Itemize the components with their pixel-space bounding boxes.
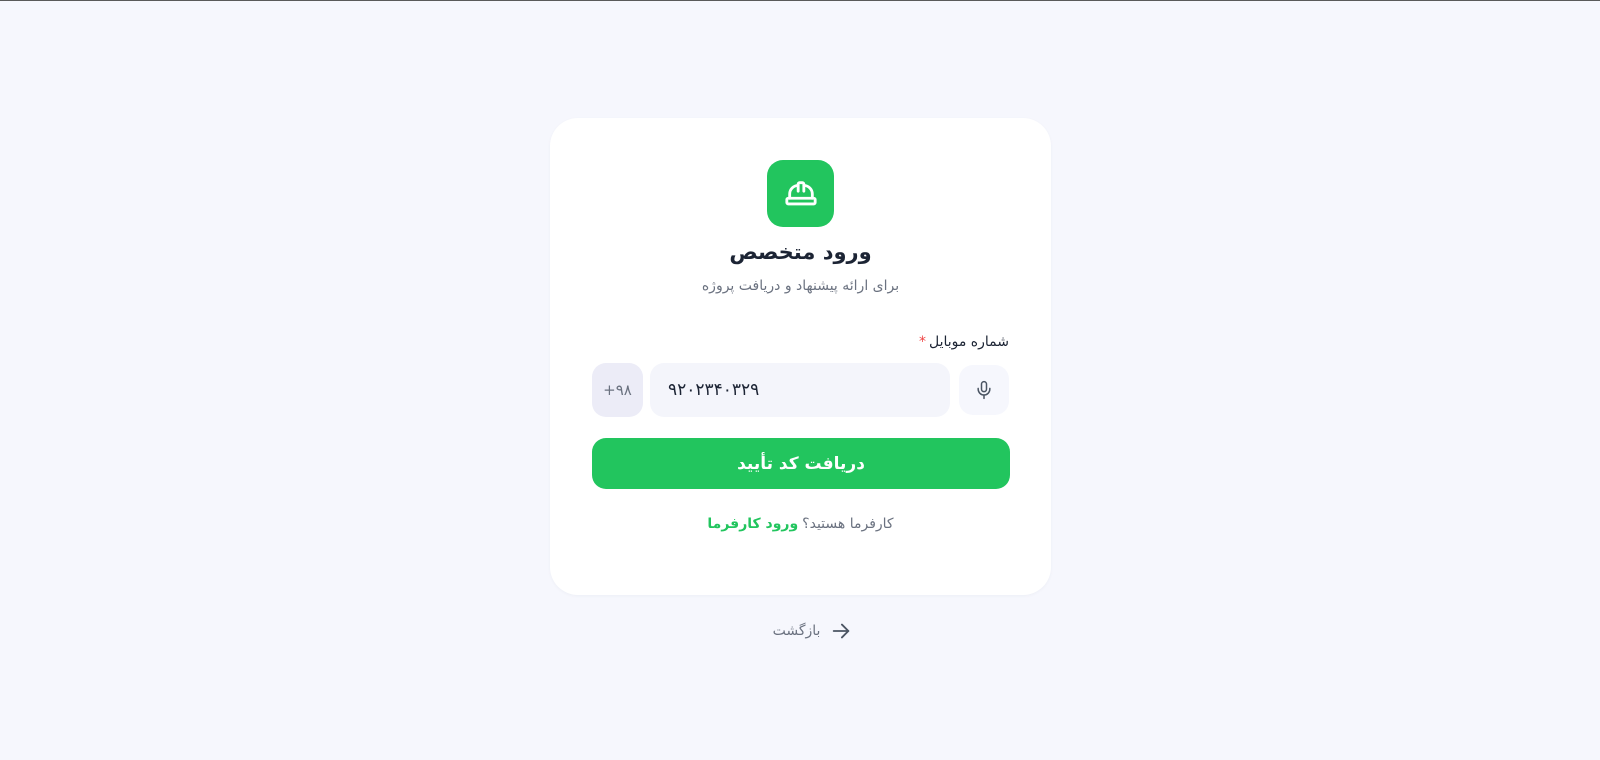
get-verification-code-button[interactable]: دریافت کد تأیید [592, 438, 1010, 489]
back-button[interactable]: بازگشت [773, 620, 853, 642]
login-card: ورود متخصص برای ارائه پیشنهاد و دریافت پ… [550, 118, 1051, 595]
country-code: +۹۸ [592, 363, 643, 417]
page-subtitle: برای ارائه پیشنهاد و دریافت پروژه [701, 278, 900, 294]
back-label: بازگشت [772, 623, 821, 639]
microphone-icon [977, 380, 991, 400]
phone-label: شماره موبایل* [919, 334, 1009, 350]
employer-login-link[interactable]: ورود کارفرما [707, 516, 798, 532]
arrow-right-icon [833, 623, 850, 639]
switch-question: کارفرما هستید؟ [802, 516, 894, 532]
voice-input-button[interactable] [959, 365, 1009, 415]
required-mark: * [918, 334, 926, 350]
hard-hat-icon [784, 180, 817, 205]
page: ورود متخصص برای ارائه پیشنهاد و دریافت پ… [0, 0, 1600, 760]
switch-login-line: کارفرما هستید؟ورود کارفرما [550, 516, 1051, 532]
page-title: ورود متخصص [729, 240, 872, 264]
phone-label-text: شماره موبایل [928, 334, 1009, 350]
top-border [0, 0, 1600, 1]
logo-badge [767, 160, 834, 227]
phone-input[interactable] [650, 363, 950, 417]
back-row: بازگشت [0, 620, 1600, 642]
